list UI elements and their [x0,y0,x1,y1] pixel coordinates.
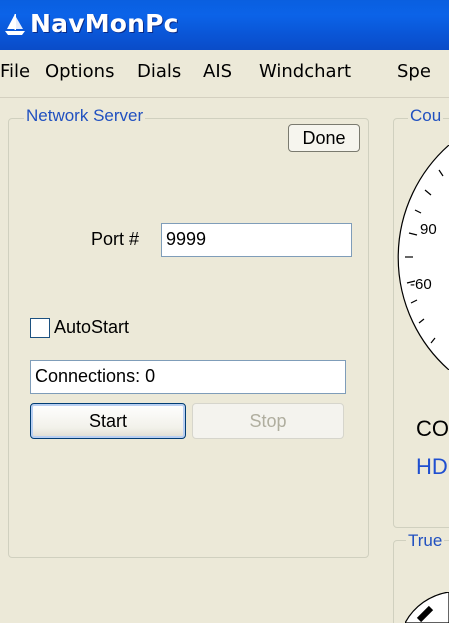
network-server-group [8,118,369,558]
start-button[interactable]: Start [30,403,186,439]
menu-ais[interactable]: AIS [203,61,232,82]
stop-button: Stop [192,403,344,439]
connections-status: Connections: 0 [30,360,346,394]
course-panel-group-label: Cou [408,106,444,126]
menu-bar: File Options Dials AIS Windchart Spe [0,50,449,98]
dial-tick-60: -60 [410,276,432,293]
title-bar[interactable]: NavMonPc [0,0,449,50]
menu-dials[interactable]: Dials [137,61,181,82]
hd-label: HD [416,454,448,479]
menu-spe[interactable]: Spe [397,61,431,82]
autostart-label[interactable]: AutoStart [54,317,129,338]
true-wind-dial [405,592,449,623]
port-input[interactable]: 9999 [161,223,352,257]
true-panel-group-label: True [406,531,445,551]
network-server-group-label: Network Server [24,106,146,126]
compass-dial [397,145,449,370]
dial-tick-90: 90 [420,221,437,238]
done-button[interactable]: Done [288,124,360,152]
menu-options[interactable]: Options [45,61,114,82]
window-title: NavMonPc [30,9,179,38]
sailboat-icon [5,14,25,35]
autostart-checkbox[interactable] [30,318,50,338]
menu-file[interactable]: File [0,61,30,82]
port-label: Port # [91,229,140,249]
co-label: CO [416,416,449,441]
menu-windchart[interactable]: Windchart [259,61,351,82]
